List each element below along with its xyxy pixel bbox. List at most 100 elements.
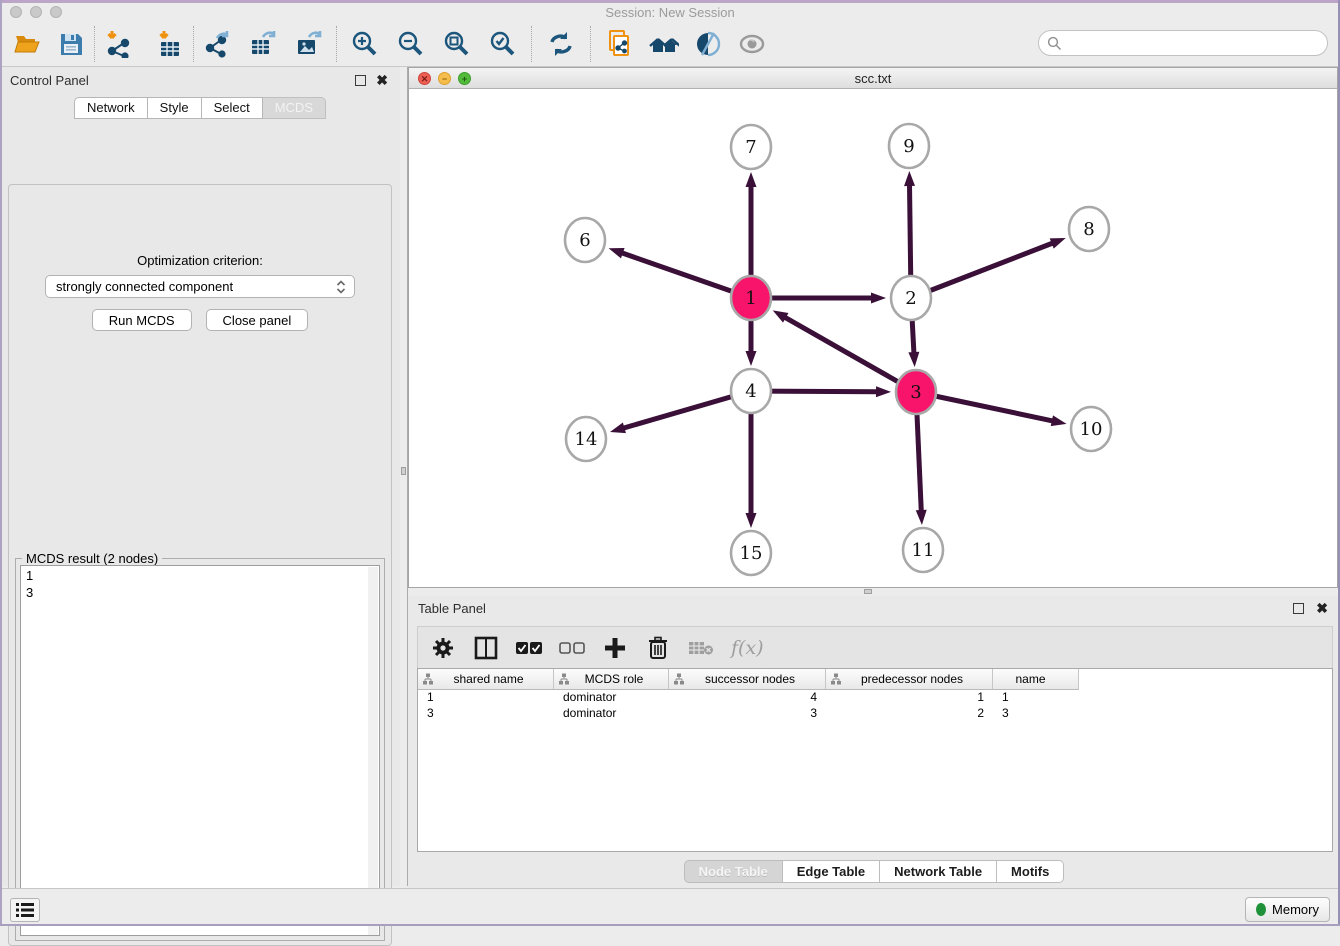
- mcds-tab-content: Optimization criterion: strongly connect…: [8, 184, 392, 946]
- open-session-icon[interactable]: [12, 29, 42, 59]
- graph-node-2[interactable]: 2: [891, 276, 931, 320]
- import-table-icon[interactable]: [155, 29, 185, 59]
- network-canvas[interactable]: 7 9 6 8 1 2 4 3 14 10 15 11: [409, 89, 1337, 587]
- graph-node-11[interactable]: 11: [903, 528, 943, 572]
- tab-network[interactable]: Network: [74, 97, 148, 119]
- float-panel-icon[interactable]: [355, 75, 366, 86]
- tab-style[interactable]: Style: [148, 97, 202, 119]
- mcds-result-list[interactable]: 13: [20, 565, 380, 936]
- tab-network-table[interactable]: Network Table: [880, 860, 997, 883]
- graph-node-1[interactable]: 1: [731, 276, 771, 320]
- refresh-icon[interactable]: [546, 29, 576, 59]
- graph-node-14[interactable]: 14: [566, 417, 606, 461]
- memory-status-icon: [1256, 903, 1266, 916]
- column-header-name[interactable]: name: [993, 669, 1079, 690]
- table-cell[interactable]: 1: [418, 690, 554, 706]
- deselect-all-icon[interactable]: [559, 635, 585, 661]
- table-cell[interactable]: 3: [993, 706, 1079, 722]
- graph-node-9[interactable]: 9: [889, 124, 929, 168]
- table-cell[interactable]: 2: [826, 706, 993, 722]
- node-label: 4: [745, 381, 756, 402]
- graph-node-4[interactable]: 4: [731, 369, 771, 413]
- node-label: 15: [740, 543, 763, 564]
- column-header-successor-nodes[interactable]: successor nodes: [669, 669, 826, 690]
- tab-node-table[interactable]: Node Table: [684, 860, 783, 883]
- new-network-from-selection-icon[interactable]: [605, 29, 635, 59]
- delete-icon[interactable]: [645, 635, 671, 661]
- zoom-fit-icon[interactable]: [441, 29, 471, 59]
- tab-motifs[interactable]: Motifs: [997, 860, 1064, 883]
- memory-button[interactable]: Memory: [1245, 897, 1330, 922]
- hide-panel-icon[interactable]: [737, 29, 767, 59]
- tab-mcds[interactable]: MCDS: [263, 97, 326, 119]
- zoom-in-icon[interactable]: [349, 29, 379, 59]
- graph-node-6[interactable]: 6: [565, 218, 605, 262]
- table-cell[interactable]: 1: [993, 690, 1079, 706]
- column-header-predecessor-nodes[interactable]: predecessor nodes: [826, 669, 993, 690]
- node-label: 9: [903, 136, 914, 157]
- result-scrollbar[interactable]: [368, 567, 378, 936]
- graph-node-3[interactable]: 3: [896, 370, 936, 414]
- node-label: 3: [910, 382, 921, 403]
- show-log-console-button[interactable]: [10, 898, 40, 922]
- tab-select[interactable]: Select: [202, 97, 263, 119]
- table-row[interactable]: 1dominator411: [418, 690, 1332, 706]
- edge-3-1[interactable]: [784, 317, 916, 392]
- export-network-icon[interactable]: [202, 29, 232, 59]
- table-toolbar: f(x): [417, 626, 1333, 668]
- search-icon: [1047, 36, 1062, 51]
- table-cell[interactable]: 3: [418, 706, 554, 722]
- show-all-networks-icon[interactable]: [649, 29, 679, 59]
- list-icon: [16, 903, 34, 917]
- zoom-out-icon[interactable]: [395, 29, 425, 59]
- table-float-panel-icon[interactable]: [1293, 603, 1304, 614]
- add-icon[interactable]: [602, 635, 628, 661]
- save-session-icon[interactable]: [56, 29, 86, 59]
- close-panel-button[interactable]: Close panel: [206, 309, 309, 331]
- vizmapper-icon[interactable]: [693, 29, 723, 59]
- vertical-splitter-handle[interactable]: [401, 467, 406, 475]
- horizontal-splitter-handle[interactable]: [864, 589, 872, 594]
- graph-node-8[interactable]: 8: [1069, 207, 1109, 251]
- settings-gear-icon[interactable]: [430, 635, 456, 661]
- network-graph[interactable]: 7 9 6 8 1 2 4 3 14 10 15 11: [409, 89, 1337, 587]
- node-label: 2: [905, 288, 916, 309]
- export-image-icon[interactable]: [294, 29, 324, 59]
- node-label: 10: [1080, 419, 1103, 440]
- table-cell[interactable]: dominator: [554, 706, 669, 722]
- column-header-shared-name[interactable]: shared name: [418, 669, 554, 690]
- search-input[interactable]: [1066, 32, 1327, 54]
- optimization-criterion-label: Optimization criterion:: [9, 253, 391, 268]
- table-panel-tabs: Node TableEdge TableNetwork TableMotifs: [408, 860, 1340, 883]
- mcds-result-fieldset: MCDS result (2 nodes) 13: [15, 558, 385, 941]
- column-header-label: shared name: [434, 672, 553, 686]
- graph-node-7[interactable]: 7: [731, 125, 771, 169]
- edge-arrowhead: [1051, 415, 1067, 426]
- node-table: shared nameMCDS rolesuccessor nodesprede…: [417, 668, 1333, 852]
- graph-node-10[interactable]: 10: [1071, 407, 1111, 451]
- import-network-icon[interactable]: [103, 29, 133, 59]
- memory-label: Memory: [1272, 902, 1319, 917]
- zoom-selected-icon[interactable]: [487, 29, 517, 59]
- horizontal-splitter[interactable]: [408, 588, 1340, 596]
- run-mcds-button[interactable]: Run MCDS: [92, 309, 192, 331]
- table-cell[interactable]: dominator: [554, 690, 669, 706]
- edge-2-8[interactable]: [911, 243, 1054, 298]
- tab-edge-table[interactable]: Edge Table: [783, 860, 880, 883]
- select-all-icon[interactable]: [516, 635, 542, 661]
- export-table-icon[interactable]: [248, 29, 278, 59]
- close-panel-icon[interactable]: ✖: [376, 72, 388, 88]
- network-window-titlebar[interactable]: ✕ − + scc.txt: [409, 68, 1337, 89]
- table-close-panel-icon[interactable]: ✖: [1316, 600, 1328, 616]
- table-cell[interactable]: 4: [669, 690, 826, 706]
- status-bar: Memory: [0, 888, 1340, 926]
- table-header-row: shared nameMCDS rolesuccessor nodesprede…: [418, 669, 1332, 690]
- show-column-icon[interactable]: [473, 635, 499, 661]
- criterion-select[interactable]: strongly connected component: [45, 275, 355, 298]
- table-row[interactable]: 3dominator323: [418, 706, 1332, 722]
- graph-node-15[interactable]: 15: [731, 531, 771, 575]
- table-cell[interactable]: 1: [826, 690, 993, 706]
- column-header-MCDS-role[interactable]: MCDS role: [554, 669, 669, 690]
- table-cell[interactable]: 3: [669, 706, 826, 722]
- vertical-splitter[interactable]: [400, 67, 408, 886]
